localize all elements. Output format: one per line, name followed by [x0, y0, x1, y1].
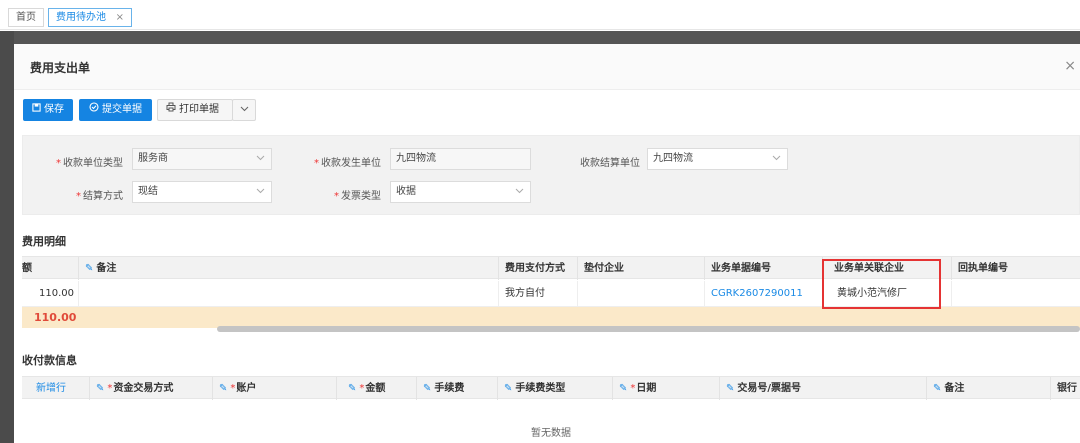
col-fee: ✎ 手续费	[417, 377, 498, 400]
edit-icon: ✎	[348, 383, 357, 394]
close-icon[interactable]: ×	[1064, 58, 1076, 74]
floppy-icon	[32, 100, 41, 120]
empty-state-text: 暂无数据	[531, 428, 571, 439]
chevron-down-icon	[256, 149, 265, 169]
payee-type-label: * 收款单位类型	[56, 158, 123, 169]
save-button[interactable]: 保存	[23, 99, 73, 121]
submit-label: 提交单据	[102, 104, 142, 115]
payee-unit-field[interactable]: 九四物流	[390, 148, 531, 170]
highlight-annotation-box	[822, 259, 941, 309]
printer-icon	[166, 100, 176, 120]
edit-icon: ✎	[504, 383, 513, 394]
cell-advance-company	[578, 281, 705, 307]
save-label: 保存	[44, 104, 64, 115]
tab-home[interactable]: 首页	[8, 8, 44, 27]
col-fund-method: ✎ *资金交易方式	[90, 377, 213, 400]
col-payment-amount: ✎ *金额	[337, 377, 417, 400]
total-amount: 110.00	[34, 311, 77, 324]
invoice-type-select[interactable]: 收据	[390, 181, 531, 203]
cell-doc-no-link[interactable]: CGRK2607290011	[705, 281, 823, 307]
chevron-down-icon	[772, 149, 781, 169]
col-bank: 银行	[1057, 383, 1077, 394]
cell-remark[interactable]	[79, 281, 499, 307]
edit-icon: ✎	[933, 383, 942, 394]
col-payment-remark: ✎ 备注	[927, 377, 1051, 400]
col-fee-type: ✎ 手续费类型	[498, 377, 613, 400]
total-row: 110.00	[22, 307, 1080, 328]
col-remark: ✎ 备注	[79, 257, 499, 280]
dialog-header: 费用支出单 ×	[14, 44, 1080, 90]
invoice-type-label: * 发票类型	[334, 191, 381, 202]
check-circle-icon	[89, 100, 99, 120]
tab-bar: 首页 费用待办池 ×	[0, 0, 1080, 30]
col-amount: 额	[22, 257, 79, 280]
settle-method-label: * 结算方式	[76, 191, 123, 202]
tab-label: 费用待办池	[56, 12, 106, 23]
col-date: ✎ *日期	[613, 377, 720, 400]
cell-pay-method: 我方自付	[499, 281, 578, 307]
col-advance-company: 垫付企业	[578, 257, 705, 280]
col-account: ✎ *账户	[213, 377, 337, 400]
edit-icon: ✎	[726, 383, 735, 394]
print-label: 打印单据	[179, 104, 219, 115]
horizontal-scrollbar[interactable]	[217, 326, 1080, 332]
payment-table-header: 新增行 ✎ *资金交易方式 ✎ *账户 ✎ *金额 ✎ 手续费 ✎ 手续费类型 ✎ *日期 …	[22, 376, 1080, 400]
edit-icon: ✎	[423, 383, 432, 394]
col-pay-method: 费用支付方式	[499, 257, 578, 280]
form-section: * 收款单位类型 服务商 * 收款发生单位 九四物流 收款结算单位 九四物流 * 结算…	[22, 135, 1080, 215]
cell-amount: 110.00	[22, 281, 79, 307]
submit-button[interactable]: 提交单据	[79, 99, 152, 121]
settle-method-select[interactable]: 现结	[132, 181, 272, 203]
chevron-down-icon	[240, 104, 249, 115]
settle-unit-label: 收款结算单位	[580, 158, 640, 169]
edit-icon: ✎	[85, 263, 94, 274]
settle-unit-select[interactable]: 九四物流	[647, 148, 788, 170]
col-doc-no: 业务单据编号	[705, 257, 823, 280]
edit-icon: ✎	[96, 383, 105, 394]
cell-receipt-no	[952, 281, 1080, 307]
modal-backdrop-edge	[0, 31, 14, 443]
chevron-down-icon	[515, 182, 524, 202]
payee-unit-label: * 收款发生单位	[314, 158, 381, 169]
tab-close-icon[interactable]: ×	[116, 9, 124, 26]
col-transaction-no: ✎ 交易号/票据号	[720, 377, 927, 400]
expense-payment-dialog: 费用支出单 × 保存 提交单据 打印单据 * 收款单位类型 服务商 * 收款发生单位…	[14, 44, 1080, 443]
chevron-down-icon	[256, 182, 265, 202]
tab-expense-pool[interactable]: 费用待办池 ×	[48, 8, 132, 27]
add-row-button[interactable]: 新增行	[22, 377, 90, 400]
edit-icon: ✎	[619, 383, 628, 394]
edit-icon: ✎	[219, 383, 228, 394]
expense-section-title: 费用明细	[22, 235, 66, 248]
print-button[interactable]: 打印单据	[157, 99, 233, 121]
payee-type-select[interactable]: 服务商	[132, 148, 272, 170]
col-receipt-no: 回执单编号	[958, 263, 1008, 274]
payment-section-title: 收付款信息	[22, 354, 77, 367]
dialog-title: 费用支出单	[30, 61, 91, 75]
print-dropdown-button[interactable]	[232, 99, 256, 121]
